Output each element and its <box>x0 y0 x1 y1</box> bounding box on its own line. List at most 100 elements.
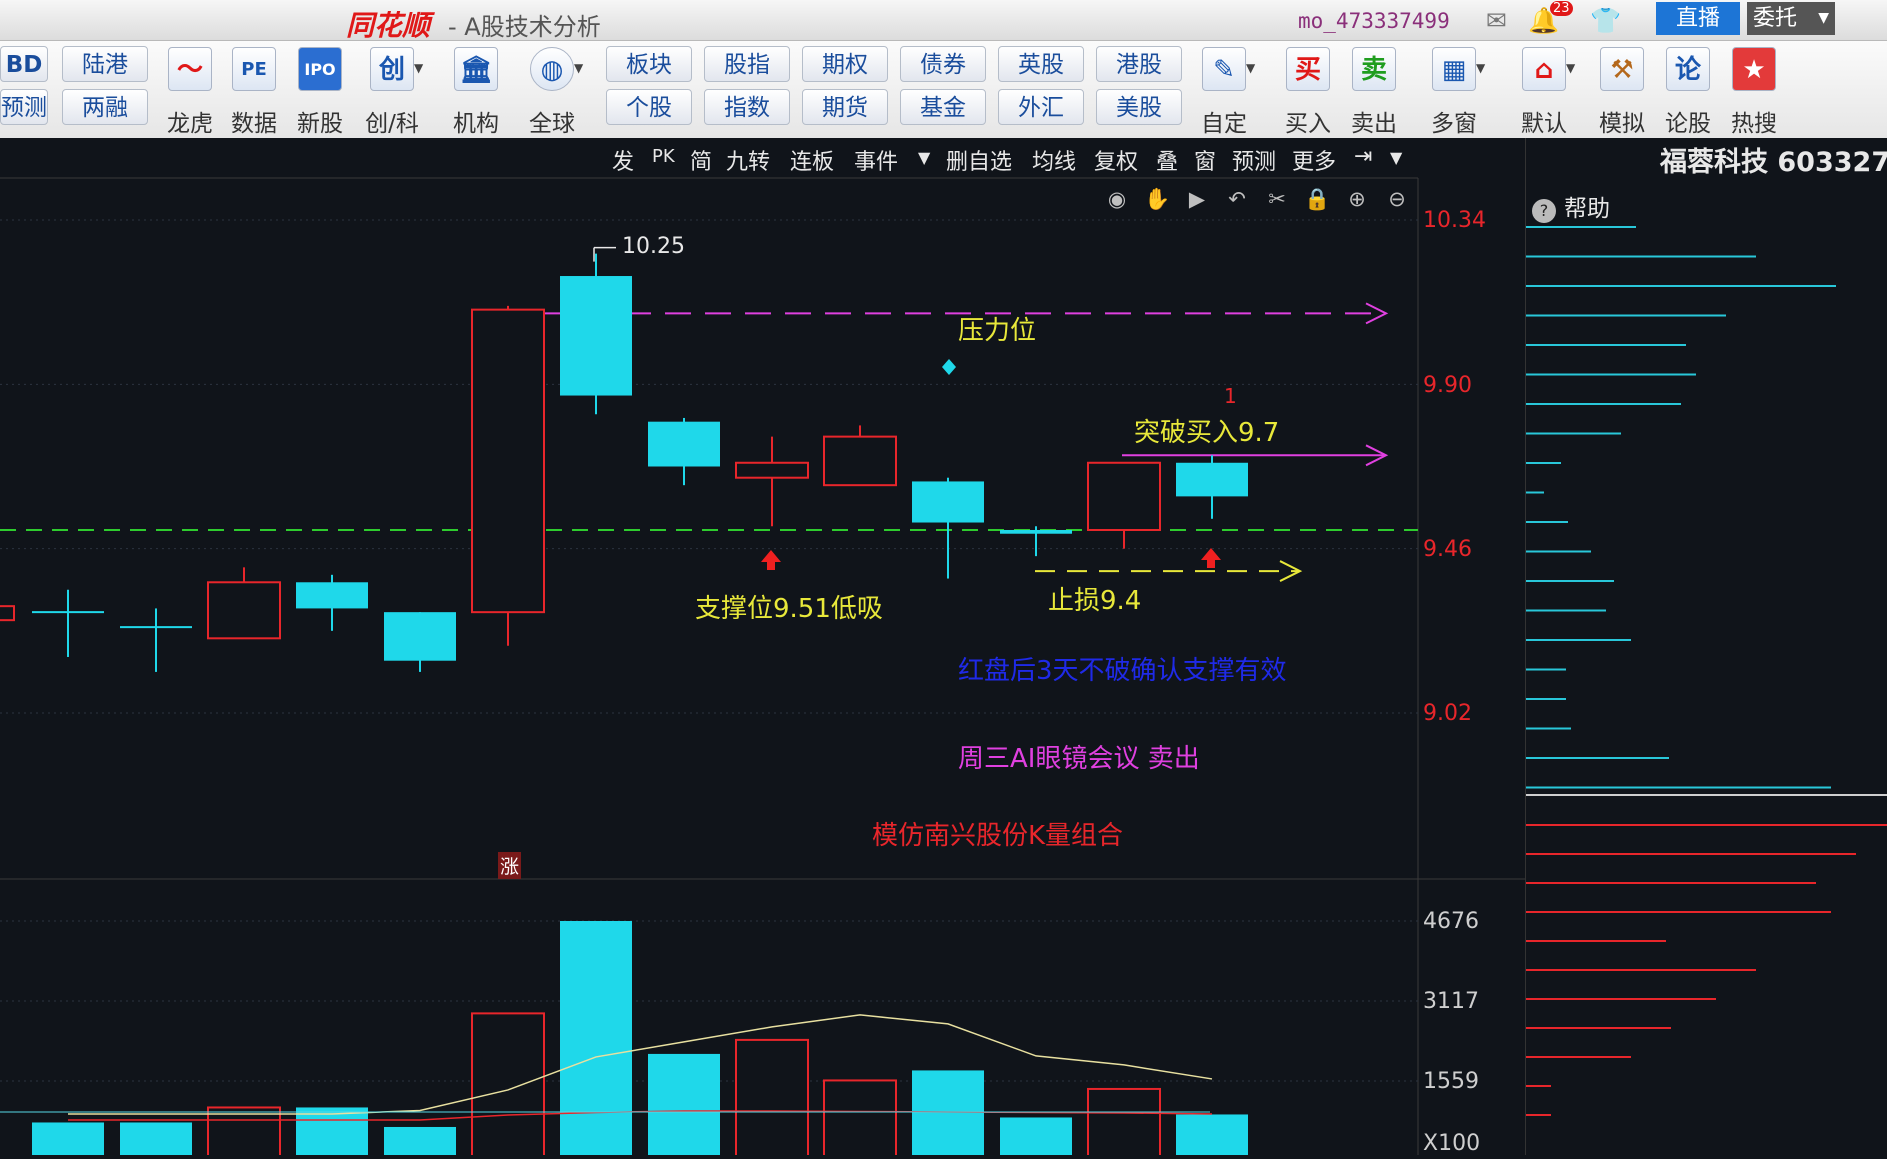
forum-button[interactable]: 论 论股 <box>1656 45 1720 137</box>
order-distribution-bars <box>1526 226 1887 1116</box>
forecast-button[interactable]: 预测 <box>0 89 48 125</box>
button-funds[interactable]: 基金 <box>900 89 986 125</box>
stop-loss-label: 止损9.4 <box>1048 586 1142 616</box>
multi-window-button[interactable]: ▦ ▼ 多窗 <box>1422 45 1500 137</box>
bid-level-bar <box>1526 255 1756 258</box>
custom-label: 自定 <box>1201 111 1247 137</box>
chart-tool-predict[interactable]: 预测 <box>1232 144 1276 176</box>
bid-level-bar <box>1526 403 1681 405</box>
candle-body <box>471 308 545 614</box>
chart-tool-pk[interactable]: PK <box>652 146 675 167</box>
window-subtitle: - A股技术分析 <box>448 13 601 41</box>
dragon-tiger-button[interactable]: 〜 龙虎 <box>158 45 222 137</box>
chart-area[interactable] <box>0 138 1525 1155</box>
simulate-label: 模拟 <box>1599 111 1645 137</box>
hot-search-button[interactable]: ★ 热搜 <box>1722 45 1786 137</box>
chart-tool-events[interactable]: 事件 <box>854 144 898 176</box>
candle-body <box>207 581 281 640</box>
chart-tool-remove-watch[interactable]: 删自选 <box>946 144 1012 176</box>
chart-tool-ma[interactable]: 均线 <box>1032 144 1076 176</box>
stock-name-code: 福蓉科技 603327 <box>1660 147 1887 178</box>
multi-window-icon: ▦ <box>1432 47 1476 91</box>
institution-button[interactable]: 🏛 机构 <box>444 45 508 137</box>
global-button[interactable]: ◍ ▼ 全球 <box>520 45 596 137</box>
data-button[interactable]: PE 数据 <box>222 45 286 137</box>
chart-tool-overlay[interactable]: 叠 <box>1156 144 1178 176</box>
support-label: 支撑位9.51低吸 <box>695 594 883 624</box>
chart-tool-window[interactable]: 窗 <box>1194 144 1216 176</box>
multi-window-label: 多窗 <box>1431 111 1477 137</box>
volume-tick: 4676 <box>1423 909 1479 934</box>
bid-level-bar <box>1526 373 1696 376</box>
new-stock-button[interactable]: IPO 新股 <box>288 45 352 137</box>
chart-tool-adjust[interactable]: 复权 <box>1094 144 1138 176</box>
button-options[interactable]: 期权 <box>802 46 888 82</box>
chart-tool-more[interactable]: 更多 <box>1292 144 1336 176</box>
chuang-button[interactable]: 创 ▼ 创/科 <box>360 45 436 137</box>
bid-level-bar <box>1526 226 1636 228</box>
eye-icon[interactable]: ◉ <box>1104 186 1130 212</box>
simulate-button[interactable]: ⚒ 模拟 <box>1590 45 1654 137</box>
expand-icon[interactable]: ⇥ <box>1354 144 1372 169</box>
help-label: 帮助 <box>1564 196 1610 222</box>
button-stock[interactable]: 个股 <box>606 89 692 125</box>
price-tick: 9.90 <box>1423 373 1472 398</box>
mail-icon[interactable]: ✉ <box>1486 6 1507 35</box>
button-forex[interactable]: 外汇 <box>998 89 1084 125</box>
hammer-icon: ⚒ <box>1600 47 1644 91</box>
price-tick: 9.46 <box>1423 537 1472 562</box>
entrust-button[interactable]: 委托 ▼ <box>1747 2 1835 35</box>
kline-chart[interactable] <box>0 138 1525 1155</box>
candle-body <box>560 276 632 396</box>
button-hk-stock[interactable]: 港股 <box>1096 46 1182 82</box>
zoom-in-icon[interactable]: ⊕ <box>1344 186 1370 212</box>
price-tick: 9.02 <box>1423 701 1472 726</box>
chart-tool-simple[interactable]: 简 <box>690 144 712 176</box>
button-futures[interactable]: 期货 <box>802 89 888 125</box>
shirt-icon[interactable]: 👕 <box>1590 6 1621 36</box>
chuang-icon: 创 <box>370 47 414 91</box>
bid-level-bar <box>1526 521 1568 523</box>
chart-tool-fa[interactable]: 发 <box>612 144 634 176</box>
ask-level-bar <box>1526 911 1831 913</box>
volume-tick: 3117 <box>1423 989 1479 1014</box>
user-id[interactable]: mo_473337499 <box>1298 9 1450 33</box>
sell-button[interactable]: 卖 卖出 <box>1342 45 1406 137</box>
zoom-out-icon[interactable]: ⊖ <box>1384 186 1410 212</box>
button-bonds[interactable]: 债券 <box>900 46 986 82</box>
bid-level-bar <box>1526 757 1669 759</box>
bd-button[interactable]: BD <box>0 46 48 82</box>
help-button[interactable]: ? 帮助 <box>1532 189 1610 223</box>
hot-search-icon: ★ <box>1732 47 1776 91</box>
volume-tick: 1559 <box>1423 1069 1479 1094</box>
scissors-icon[interactable]: ✂ <box>1264 186 1290 212</box>
hot-search-label: 热搜 <box>1731 111 1777 137</box>
chart-tool-limit[interactable]: 连板 <box>790 144 834 176</box>
button-uk-stock[interactable]: 英股 <box>998 46 1084 82</box>
hand-icon[interactable]: ✋ <box>1144 186 1170 212</box>
undo-icon[interactable]: ↶ <box>1224 186 1250 212</box>
chuang-label: 创/科 <box>365 111 419 137</box>
default-button[interactable]: ⌂ ▼ 默认 <box>1512 45 1590 137</box>
button-us-stock[interactable]: 美股 <box>1096 89 1182 125</box>
chevron-down-icon: ▼ <box>1246 61 1256 75</box>
button-liangrong[interactable]: 两融 <box>62 89 148 125</box>
forum-icon: 论 <box>1666 47 1710 91</box>
live-button[interactable]: 直播 <box>1656 2 1740 35</box>
volume-bar <box>1176 1114 1248 1155</box>
custom-button[interactable]: ✎ ▼ 自定 <box>1192 45 1270 137</box>
candle-body <box>384 612 456 661</box>
chevron-down-icon[interactable]: ▼ <box>918 148 930 167</box>
breakout-buy-label: 突破买入9.7 <box>1134 418 1280 448</box>
lock-icon[interactable]: 🔒 <box>1304 186 1330 212</box>
button-stock-index[interactable]: 股指 <box>704 46 790 82</box>
chevron-down-icon[interactable]: ▼ <box>1390 148 1402 167</box>
play-icon[interactable]: ▶ <box>1184 186 1210 212</box>
ask-level-bar <box>1526 824 1887 826</box>
button-sector[interactable]: 板块 <box>606 46 692 82</box>
chart-tool-ninerev[interactable]: 九转 <box>726 144 770 176</box>
bid-level-bar <box>1526 285 1836 287</box>
button-lugang[interactable]: 陆港 <box>62 46 148 82</box>
button-index[interactable]: 指数 <box>704 89 790 125</box>
buy-button[interactable]: 买 买入 <box>1276 45 1340 137</box>
